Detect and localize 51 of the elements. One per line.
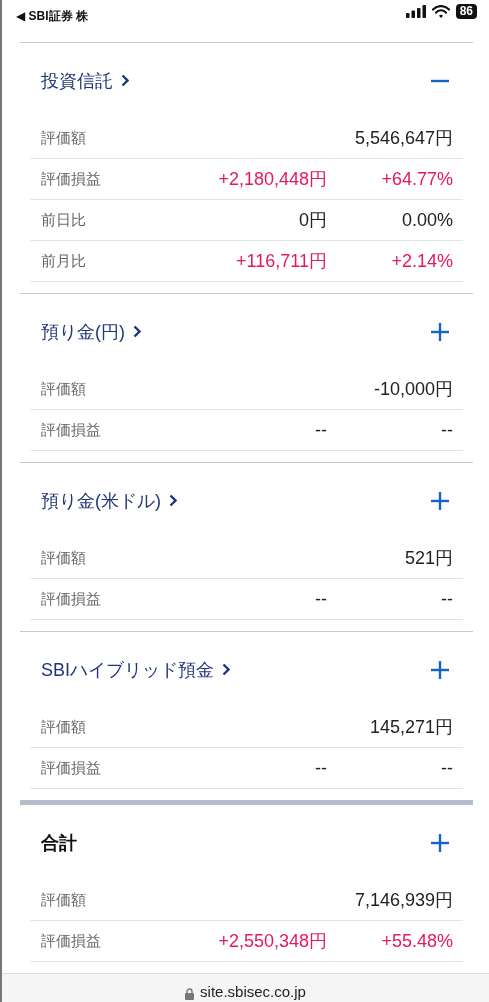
amount-value: +116,711円: [235, 250, 327, 274]
rate-value: +55.48%: [380, 930, 453, 952]
amount-value: 5,546,647円: [353, 127, 453, 151]
amount-value: 145,271円: [368, 716, 453, 740]
amount-value: 0円: [298, 209, 327, 233]
amount-value: -10,000円: [372, 378, 453, 402]
back-to-app-link[interactable]: ◀ SBI証券 株: [16, 8, 88, 25]
rate-value: +64.77%: [380, 168, 453, 190]
expand-icon[interactable]: [431, 660, 449, 679]
amount-value: --: [314, 419, 327, 441]
rate-value: --: [440, 757, 453, 779]
expand-icon[interactable]: [431, 322, 449, 341]
row-label: 評価額: [41, 717, 87, 737]
row-label: 評価損益: [41, 758, 102, 778]
row-label: 評価損益: [41, 589, 102, 609]
amount-value: +2,180,448円: [217, 168, 327, 192]
amount-value: --: [314, 757, 327, 779]
section-title-link[interactable]: SBIハイブリッド預金: [41, 657, 230, 682]
signal-icon: [405, 5, 426, 18]
section-title-link[interactable]: 預り金(米ドル): [41, 488, 177, 513]
row-label: 前日比: [41, 210, 87, 230]
expand-icon[interactable]: [431, 833, 449, 852]
section-title-link[interactable]: 投資信託: [41, 68, 129, 93]
row-label: 評価損益: [41, 931, 102, 951]
row-label: 評価損益: [41, 169, 102, 189]
chevron-icon: [222, 663, 230, 677]
url-text: site.sbisec.co.jp: [200, 983, 306, 1000]
row-label: 前月比: [41, 251, 87, 271]
section-title-link[interactable]: 預り金(円): [41, 319, 141, 344]
chevron-icon: [133, 325, 141, 339]
rate-value: --: [440, 419, 453, 441]
expand-icon[interactable]: [431, 491, 449, 510]
rate-value: 0.00%: [400, 209, 453, 231]
amount-value: 7,146,939円: [353, 889, 453, 913]
amount-value: 521円: [403, 547, 453, 571]
wifi-icon: [431, 5, 450, 18]
chevron-icon: [121, 74, 129, 88]
row-label: 評価損益: [41, 420, 102, 440]
row-label: 評価額: [41, 128, 87, 148]
chevron-icon: [169, 494, 177, 508]
amount-value: --: [314, 588, 327, 610]
rate-value: +2.14%: [390, 250, 453, 272]
rate-value: --: [440, 588, 453, 610]
row-label: 評価額: [41, 890, 87, 910]
address-bar[interactable]: site.sbisec.co.jp: [2, 973, 489, 1002]
battery-level: 86: [455, 4, 477, 19]
section-title: 合計: [41, 831, 77, 855]
lock-icon: [185, 988, 195, 1000]
amount-value: +2,550,348円: [217, 930, 327, 954]
row-label: 評価額: [41, 379, 87, 399]
row-label: 評価額: [41, 548, 87, 568]
